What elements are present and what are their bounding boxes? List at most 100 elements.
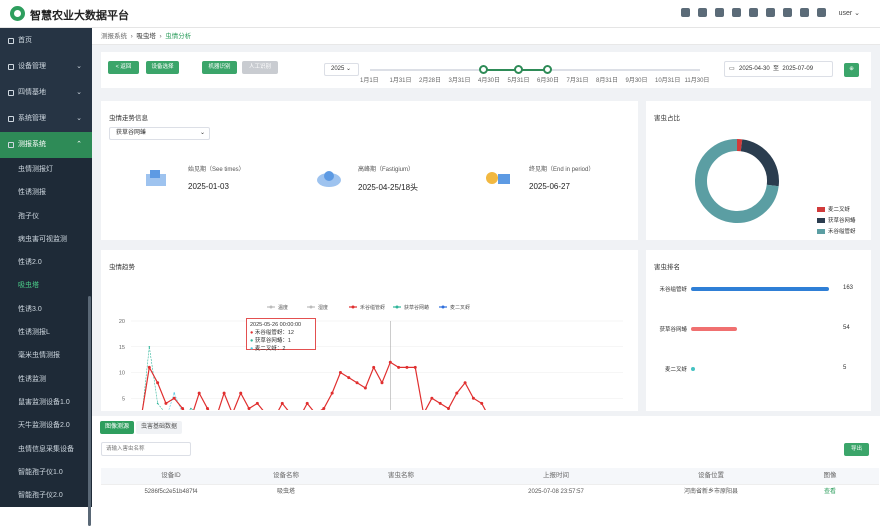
data-point[interactable] (156, 381, 159, 384)
chart-legend-label[interactable]: 麦二叉蚜 (450, 304, 470, 311)
data-point[interactable] (356, 381, 359, 384)
timeline-label[interactable]: 4月30日 (478, 75, 500, 84)
sidebar-subitem[interactable]: 性诱测报 (0, 181, 92, 204)
chart-legend-label[interactable]: 温度 (278, 304, 288, 311)
data-point[interactable] (148, 366, 151, 369)
pest-search-input[interactable] (101, 442, 191, 456)
home-icon[interactable] (800, 8, 809, 17)
sidebar-item-report[interactable]: 测报系统⌃ (0, 132, 92, 158)
sidebar-item-base[interactable]: 四情基地⌄ (0, 80, 92, 106)
tab-base-data[interactable]: 虫害基础数据 (136, 421, 182, 434)
timeline-label[interactable]: 7月31日 (567, 75, 589, 84)
timeline-label[interactable]: 9月30日 (626, 75, 648, 84)
timeline-handle-start[interactable] (479, 65, 488, 74)
chart-legend-label[interactable]: 禾谷缢管蚜 (360, 304, 385, 311)
data-point[interactable] (206, 407, 209, 410)
search-button[interactable]: ⊕ (844, 63, 859, 77)
timeline-handle-end[interactable] (543, 65, 552, 74)
sidebar-subitem[interactable]: 病虫害可视监测 (0, 228, 92, 251)
screen-icon[interactable] (749, 8, 758, 17)
export-button[interactable]: 导出 (844, 443, 869, 456)
monitor-icon[interactable] (715, 8, 724, 17)
data-point[interactable] (430, 397, 433, 400)
device-select-button[interactable]: 设备选择 (146, 61, 179, 74)
sidebar-subitem[interactable]: 性诱3.0 (0, 298, 92, 321)
rank-bar[interactable] (691, 327, 737, 331)
pest-select[interactable]: 获草谷网蝽⌄ (109, 127, 210, 140)
data-point[interactable] (190, 408, 192, 410)
sidebar-item-system[interactable]: 系统管理⌄ (0, 106, 92, 132)
data-point[interactable] (322, 407, 325, 410)
back-button[interactable]: < 返回 (108, 61, 139, 74)
data-point[interactable] (480, 402, 483, 405)
data-point[interactable] (256, 402, 259, 405)
data-point[interactable] (173, 392, 175, 394)
data-point[interactable] (464, 381, 467, 384)
timeline-label[interactable]: 11月30日 (685, 75, 710, 84)
data-point[interactable] (248, 407, 251, 410)
sidebar-item-device[interactable]: 设备管理⌄ (0, 54, 92, 80)
sidebar-subitem[interactable]: 智能孢子仪2.0 (0, 484, 92, 507)
gear-icon[interactable] (783, 8, 792, 17)
data-point[interactable] (389, 361, 392, 364)
sidebar-subitem[interactable]: 虫情测报灯 (0, 158, 92, 181)
sidebar-subitem[interactable]: 鼠害监测设备1.0 (0, 391, 92, 414)
data-point[interactable] (149, 346, 151, 348)
timeline-label[interactable]: 1月1日 (360, 75, 379, 84)
sidebar-subitem[interactable]: 性诱测报L (0, 321, 92, 344)
data-point[interactable] (455, 392, 458, 395)
chart-legend-label[interactable]: 获草谷网蝽 (404, 304, 429, 311)
data-point[interactable] (472, 397, 475, 400)
sidebar-subitem[interactable]: 性诱2.0 (0, 251, 92, 274)
machine-recognition-button[interactable]: 机器识别 (202, 61, 237, 74)
data-point[interactable] (364, 386, 367, 389)
rank-bar[interactable] (691, 287, 829, 291)
data-point[interactable] (347, 376, 350, 379)
timeline-label[interactable]: 1月31日 (390, 75, 412, 84)
data-point[interactable] (339, 371, 342, 374)
ratio-legend-item[interactable]: 禾谷缢管蚜 (817, 227, 856, 235)
data-point[interactable] (405, 366, 408, 369)
sidebar-subitem[interactable]: 吸虫塔 (0, 274, 92, 297)
data-point[interactable] (164, 402, 167, 405)
data-point[interactable] (447, 407, 450, 410)
timeline-label[interactable]: 2月28日 (419, 75, 441, 84)
cloud-icon[interactable] (698, 8, 707, 17)
sidebar-subitem[interactable]: 孢子仪 (0, 205, 92, 228)
data-point[interactable] (381, 381, 384, 384)
data-point[interactable] (198, 392, 201, 395)
data-point[interactable] (281, 402, 284, 405)
data-point[interactable] (372, 366, 375, 369)
sidebar-subitem[interactable]: 毫米虫情测报 (0, 344, 92, 367)
timeline-label[interactable]: 8月31日 (596, 75, 618, 84)
data-point[interactable] (306, 402, 309, 405)
tab-image-source[interactable]: 图像测源 (100, 421, 134, 434)
sidebar-scrollbar[interactable] (88, 296, 91, 526)
year-select[interactable]: 2025 ⌄ (324, 63, 359, 76)
ratio-legend-item[interactable]: 麦二叉蚜 (817, 205, 850, 213)
donut-slice[interactable] (742, 145, 773, 185)
breadcrumb-item[interactable]: 吸虫塔 (136, 33, 156, 40)
data-point[interactable] (414, 366, 417, 369)
view-link[interactable]: 查看 (781, 485, 879, 498)
grid-icon[interactable] (766, 8, 775, 17)
timeline-handle-mid[interactable] (514, 65, 523, 74)
sidebar-subitem[interactable]: 虫情信息采集设备 (0, 438, 92, 461)
data-point[interactable] (181, 407, 184, 410)
date-range-picker[interactable]: ▭ 2025-04-30 至 2025-07-09 (724, 61, 833, 77)
shirt-icon[interactable] (817, 8, 826, 17)
timeline-label[interactable]: 10月31日 (655, 75, 680, 84)
ratio-legend-item[interactable]: 获草谷网蝽 (817, 216, 856, 224)
sidebar-subitem[interactable]: 智能孢子仪1.0 (0, 461, 92, 484)
data-point[interactable] (173, 397, 176, 400)
breadcrumb-item[interactable]: 测报系统 (101, 33, 127, 40)
sidebar-subitem[interactable]: 天牛监测设备2.0 (0, 414, 92, 437)
data-point[interactable] (157, 403, 159, 405)
timeline-label[interactable]: 5月31日 (508, 75, 530, 84)
data-point[interactable] (439, 402, 442, 405)
data-point[interactable] (397, 366, 400, 369)
timeline-label[interactable]: 6月30日 (537, 75, 559, 84)
data-point[interactable] (331, 392, 334, 395)
manual-recognition-button[interactable]: 人工识别 (242, 61, 278, 74)
data-point[interactable] (239, 392, 242, 395)
